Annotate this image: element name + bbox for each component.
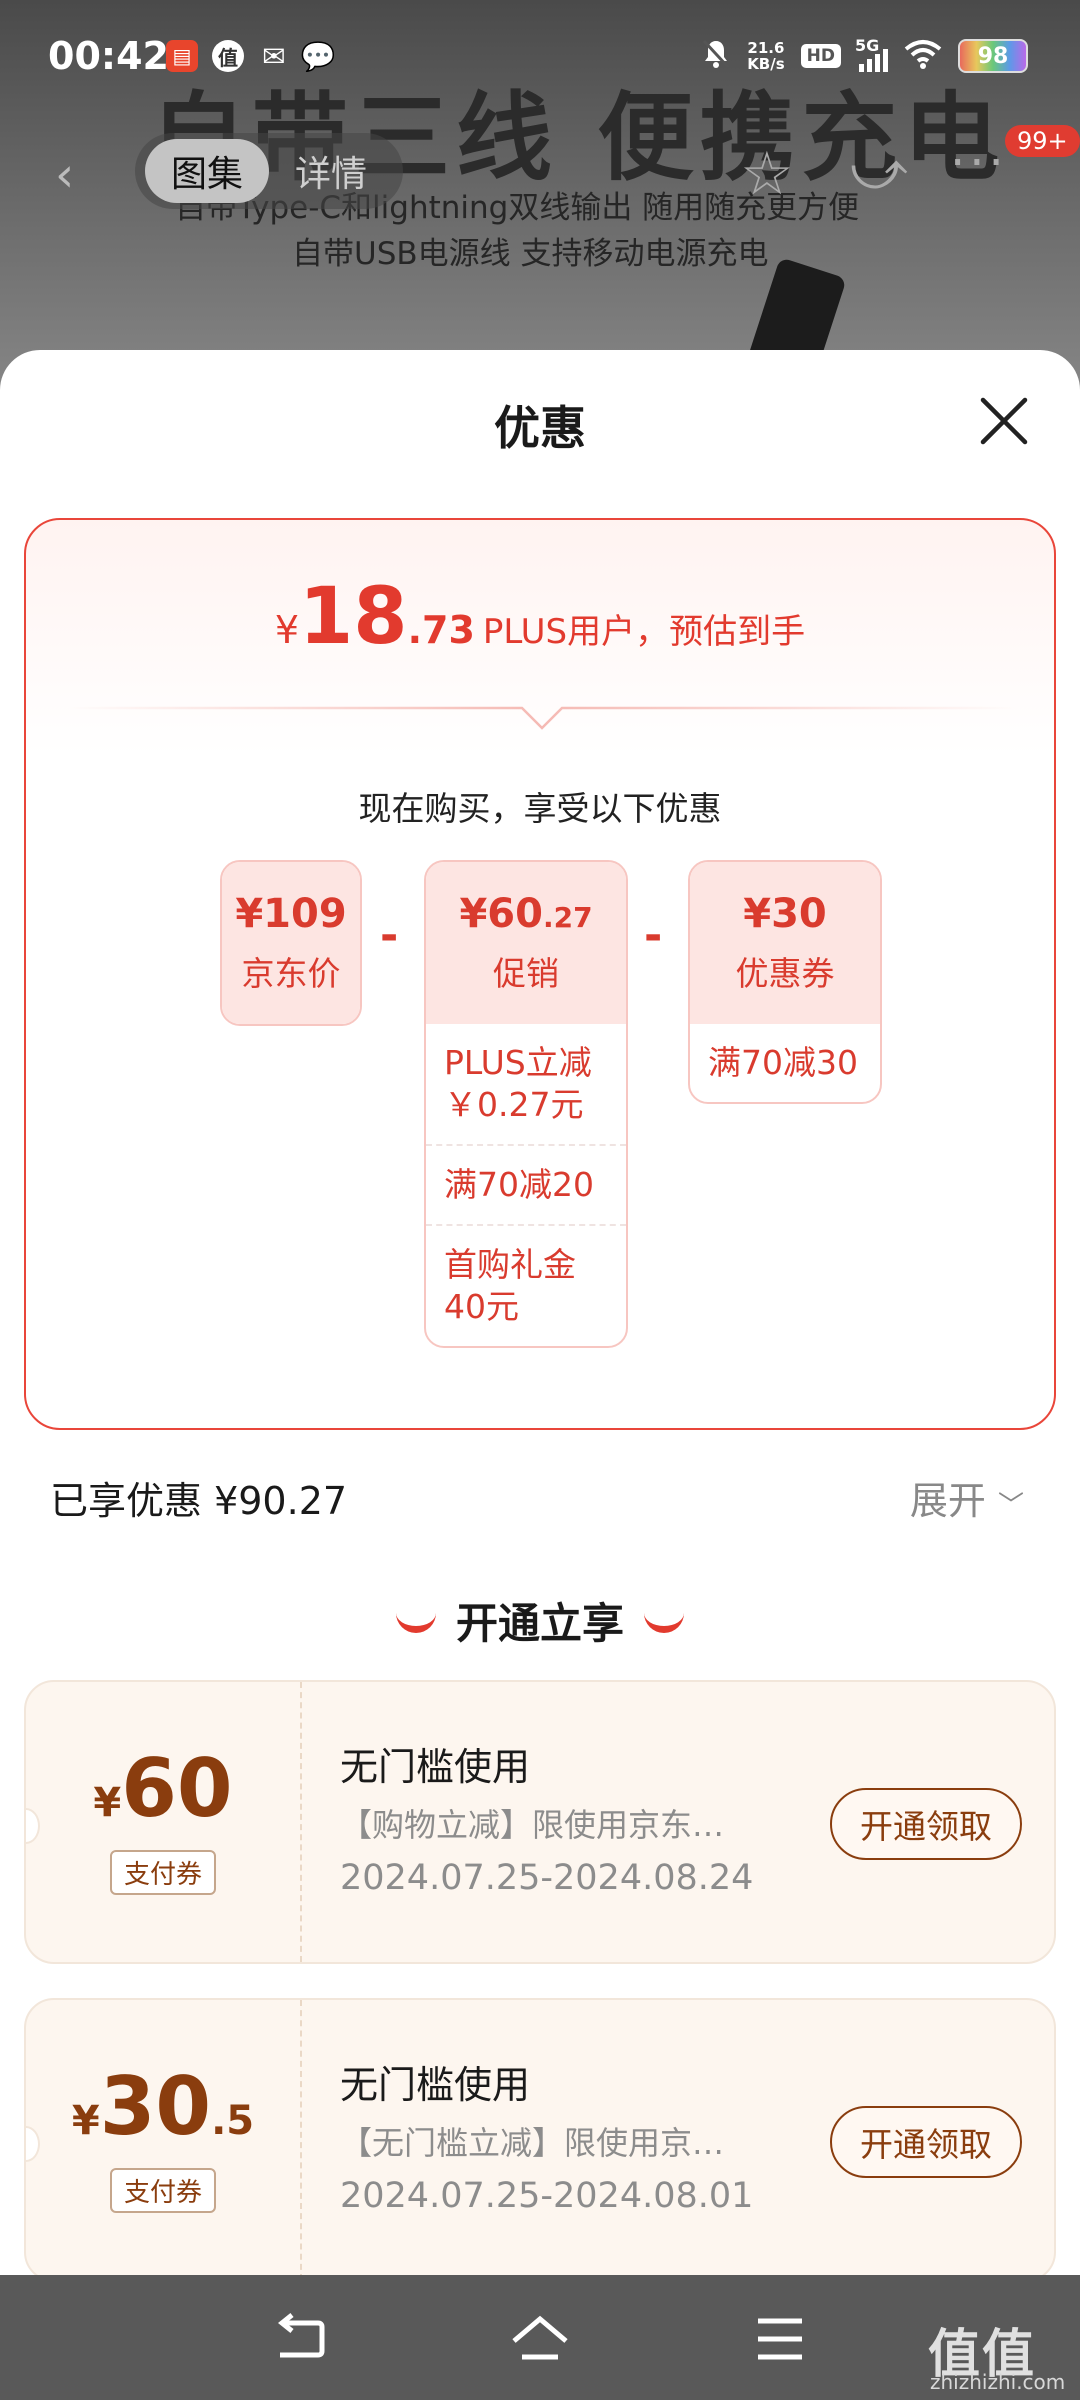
promotion-currency: ¥ <box>459 891 488 937</box>
status-time: 00:42 <box>48 34 169 78</box>
network-type: 5G <box>855 36 880 55</box>
coupon-type-tag: 支付券 <box>109 2168 217 2213</box>
message-icon: 💬 <box>300 39 336 73</box>
smile-decoration-icon <box>395 1611 436 1633</box>
price-decimal: .73 <box>407 608 475 652</box>
coupon-currency: ¥ <box>71 2098 100 2144</box>
promotion-amount: ¥60.27 <box>426 891 626 937</box>
chevron-down-icon: ﹀ <box>997 1491 1024 1521</box>
wifi-icon <box>904 39 942 73</box>
jd-price-label: 京东价 <box>241 954 341 993</box>
section-title: 开通立享 <box>0 1590 1080 1651</box>
coupon-amount: ¥60 <box>26 1742 300 1835</box>
coupon-date: 2024.07.25-2024.08.24 <box>340 1858 754 1898</box>
home-nav-icon[interactable] <box>510 2313 570 2365</box>
discount-subtitle: 现在购买，享受以下优惠 <box>358 789 722 828</box>
coupon-amount: ¥30.5 <box>26 2060 300 2153</box>
discount-sheet: 优惠 ¥18.73 PLUS用户，预估到手 现在购买，享受以下优惠 ¥109 京东… <box>0 350 1080 2275</box>
coupon-value-area: ¥60 支付券 <box>26 1682 302 1962</box>
promotion-box: ¥60.27 促销 PLUS立减￥0.27元 满70减20 首购礼金40元 <box>424 860 628 1348</box>
expand-button[interactable]: 展开 ﹀ <box>910 1470 1024 1525</box>
coupon-date: 2024.07.25-2024.08.01 <box>340 2176 754 2216</box>
coupon-box: ¥30 优惠券 满70减30 <box>688 860 882 1104</box>
coupon-number: 30 <box>99 2060 212 2153</box>
jd-price-box: ¥109 京东价 <box>220 860 362 1026</box>
hd-badge: HD <box>800 44 841 68</box>
coupon-title: 无门槛使用 <box>340 1745 531 1789</box>
promotion-decimal: .27 <box>542 901 593 934</box>
status-bar: 00:42 ▤ 值 ✉ 💬 21.6 KB/s HD 5G 98 <box>0 0 1080 118</box>
coupon-card: ¥30.5 支付券 无门槛使用 【无门槛立减】限使用京… 2024.07.25-… <box>24 1998 1056 2275</box>
system-nav-bar <box>0 2275 1080 2400</box>
coupon-value-area: ¥30.5 支付券 <box>26 2000 302 2275</box>
close-icon[interactable] <box>978 395 1030 447</box>
section-title-text: 开通立享 <box>455 1599 624 1648</box>
jd-price-head: ¥109 京东价 <box>222 862 360 1024</box>
tab-gallery[interactable]: 图集 <box>145 139 270 203</box>
wechat-icon: ✉ <box>262 39 286 73</box>
price-integer: 18 <box>299 572 408 662</box>
favorite-star-icon[interactable]: ☆ <box>740 139 794 209</box>
coupon-title: 无门槛使用 <box>340 2063 531 2107</box>
minus-sign: - <box>380 910 399 961</box>
battery-indicator: 98 <box>958 39 1028 73</box>
coupon-decimal: .5 <box>211 2098 255 2144</box>
tab-details[interactable]: 详情 <box>269 139 393 203</box>
jd-price-currency: ¥ <box>235 891 264 937</box>
coupon-card: ¥60 支付券 无门槛使用 【购物立减】限使用京东… 2024.07.25-20… <box>24 1680 1056 1964</box>
back-icon[interactable]: ‹ <box>55 147 74 203</box>
smile-decoration-icon <box>644 1611 684 1633</box>
share-icon[interactable]: ⤻ <box>850 139 908 203</box>
ad-line-2: 自带USB电源线 支持移动电源充电 <box>292 236 769 272</box>
watermark-url: zhizhizhi.com <box>930 2370 1066 2394</box>
coupon-type-tag: 支付券 <box>109 1850 217 1895</box>
speed-value: 21.6 <box>747 39 785 57</box>
network-speed: 21.6 KB/s <box>747 40 784 72</box>
notification-badge: 99+ <box>1005 125 1080 157</box>
promotion-row: 首购礼金40元 <box>426 1224 626 1346</box>
speed-unit: KB/s <box>747 55 785 73</box>
price-note: PLUS用户，预估到手 <box>482 612 806 652</box>
coupon-amount: ¥30 <box>690 891 880 937</box>
back-nav-icon[interactable] <box>270 2313 330 2365</box>
nav-tabs: 图集 详情 <box>135 133 404 209</box>
sheet-title: 优惠 <box>494 401 586 455</box>
coupon-value: 30 <box>771 891 827 937</box>
activate-claim-button[interactable]: 开通领取 <box>830 1788 1022 1860</box>
promotion-value: 60 <box>487 891 543 937</box>
minus-sign: - <box>644 910 663 961</box>
coupon-currency: ¥ <box>743 891 772 937</box>
more-icon[interactable]: ··· <box>950 135 1008 191</box>
activate-claim-button[interactable]: 开通领取 <box>830 2106 1022 2178</box>
status-right-group: 21.6 KB/s HD 5G 98 <box>701 34 1028 78</box>
jd-price-value: 109 <box>263 891 347 937</box>
coupon-row: 满70减30 <box>708 1043 858 1082</box>
app-notification-icon: ▤ <box>166 40 198 72</box>
promotion-label: 促销 <box>493 954 559 993</box>
coupon-label: 优惠券 <box>735 954 835 993</box>
app-root: { "status_bar": { "time": "00:42", "net_… <box>0 0 1080 2400</box>
enjoyed-discount: 已享优惠 ¥90.27 <box>50 1479 348 1523</box>
coupon-description: 【购物立减】限使用京东… <box>340 1806 725 1844</box>
price-divider <box>66 706 1018 730</box>
coupon-currency: ¥ <box>93 1780 122 1826</box>
product-nav-bar: ‹ 图集 详情 ☆ ⤻ ··· 99+ <box>0 125 1080 215</box>
coupon-number: 60 <box>121 1742 233 1835</box>
estimated-price: ¥18.73 PLUS用户，预估到手 <box>26 572 1054 662</box>
coupon-description: 【无门槛立减】限使用京… <box>340 2124 725 2162</box>
signal-icon: 5G <box>855 36 888 72</box>
zhi-app-icon: 值 <box>212 40 244 72</box>
expand-label: 展开 <box>909 1479 986 1523</box>
price-breakdown-card: ¥18.73 PLUS用户，预估到手 现在购买，享受以下优惠 ¥109 京东价 -… <box>24 518 1056 1430</box>
promotion-head: ¥60.27 促销 <box>426 862 626 1024</box>
menu-nav-icon[interactable] <box>750 2313 810 2365</box>
promotion-row: PLUS立减￥0.27元 <box>444 1043 592 1124</box>
coupon-head: ¥30 优惠券 <box>690 862 880 1024</box>
mute-icon <box>701 38 731 74</box>
price-currency: ¥ <box>274 608 300 652</box>
promotion-row: 满70减20 <box>426 1144 626 1224</box>
jd-price-amount: ¥109 <box>222 891 360 937</box>
